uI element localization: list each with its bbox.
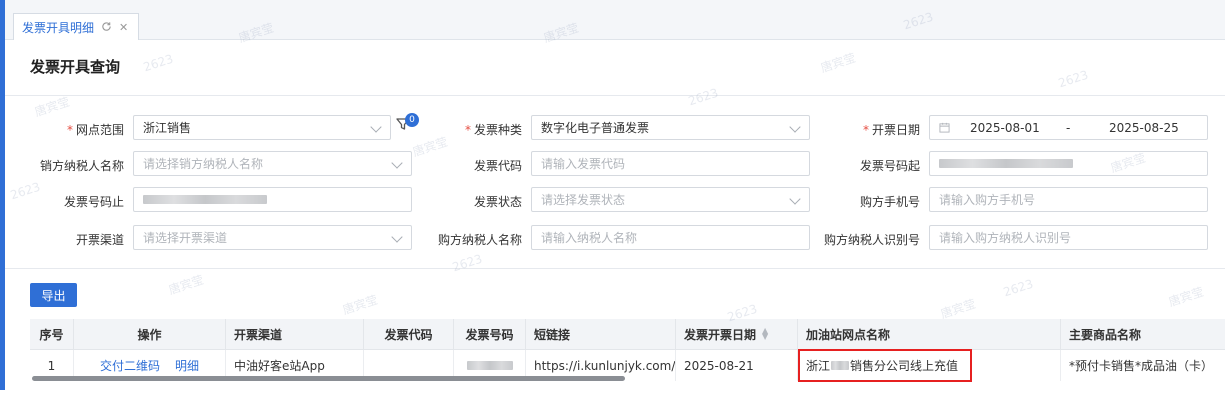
tab-bar: 发票开具明细 ✕ <box>5 0 1225 40</box>
sort-icon[interactable]: ▲ ▼ <box>762 327 768 341</box>
col-header-short-link: 短链接 <box>526 319 676 350</box>
redacted-value <box>466 361 513 370</box>
date-end[interactable]: 2025-08-25 <box>1109 121 1179 135</box>
chevron-down-icon <box>789 121 801 133</box>
page-title: 发票开具查询 <box>30 58 121 76</box>
date-separator: - <box>1066 120 1071 135</box>
watermark-code: 2623 <box>8 179 42 203</box>
watermark-name: 唐宾莹 <box>32 94 72 120</box>
calendar-icon <box>939 122 950 133</box>
invoice-code-placeholder: 请输入发票代码 <box>541 157 626 171</box>
horizontal-scrollbar[interactable] <box>32 376 625 381</box>
buyer-phone-label: 购方手机号 <box>859 195 920 209</box>
buyer-name-label: 购方纳税人名称 <box>437 233 522 247</box>
invoice-type-label: * 发票种类 <box>464 123 522 137</box>
close-icon[interactable]: ✕ <box>119 22 128 33</box>
invoice-no-end-label: 发票号码止 <box>63 195 124 209</box>
invoice-no-end-input[interactable] <box>133 187 412 212</box>
invoice-status-select[interactable]: 请选择发票状态 <box>531 187 810 212</box>
watermark-code: 2623 <box>1056 67 1090 91</box>
buyer-phone-placeholder: 请输入购方手机号 <box>939 193 1036 207</box>
left-accent-bar <box>0 0 5 390</box>
invoice-code-label: 发票代码 <box>473 159 522 173</box>
watermark-code: 2623 <box>450 251 484 275</box>
chevron-down-icon <box>370 121 382 133</box>
form-divider <box>5 268 1225 269</box>
chevron-down-icon <box>391 231 403 243</box>
col-header-goods: 主要商品名称 <box>1061 319 1225 350</box>
invoice-no-start-input[interactable] <box>929 151 1208 176</box>
refresh-icon[interactable] <box>101 21 112 34</box>
buyer-tax-id-placeholder: 请输入购方纳税人识别号 <box>939 231 1072 245</box>
highlight-box <box>798 349 972 382</box>
chevron-down-icon <box>391 157 403 169</box>
col-header-seq: 序号 <box>30 319 74 350</box>
col-header-date-label: 发票开票日期 <box>684 327 757 342</box>
col-header-action: 操作 <box>74 319 226 350</box>
channel-label: 开票渠道 <box>75 233 124 247</box>
seller-name-label: 销方纳税人名称 <box>39 159 124 173</box>
chevron-down-icon <box>789 193 801 205</box>
issue-date-label: * 开票日期 <box>862 123 920 137</box>
station-range-label: * 网点范围 <box>66 123 124 137</box>
watermark-code: 2623 <box>686 85 720 109</box>
invoice-table: 序号 操作 开票渠道 发票代码 发票号码 短链接 发票开票日期 ▲ ▼ 加油站网点… <box>30 319 1225 381</box>
station-range-select[interactable]: 浙江销售 <box>133 115 391 140</box>
channel-placeholder: 请选择开票渠道 <box>143 231 228 245</box>
watermark-name: 唐宾莹 <box>340 292 380 318</box>
watermark-name: 唐宾莹 <box>818 50 858 76</box>
channel-select[interactable]: 请选择开票渠道 <box>133 225 412 250</box>
issue-date-range-picker[interactable]: 2025-08-01 - 2025-08-25 <box>929 115 1208 140</box>
watermark-name: 唐宾莹 <box>166 272 206 298</box>
cell-date: 2025-08-21 <box>676 350 798 381</box>
invoice-code-input[interactable]: 请输入发票代码 <box>531 151 810 176</box>
tab-invoice-detail[interactable]: 发票开具明细 ✕ <box>13 13 139 40</box>
redacted-value <box>939 159 1073 168</box>
export-button[interactable]: 导出 <box>30 283 77 307</box>
col-header-channel: 开票渠道 <box>226 319 364 350</box>
invoice-status-label: 发票状态 <box>473 195 522 209</box>
station-range-value: 浙江销售 <box>143 121 192 135</box>
invoice-status-placeholder: 请选择发票状态 <box>541 193 626 207</box>
tab-title: 发票开具明细 <box>22 20 95 35</box>
buyer-tax-id-label: 购方纳税人识别号 <box>823 233 920 247</box>
date-start[interactable]: 2025-08-01 <box>970 121 1040 135</box>
col-header-number: 发票号码 <box>454 319 526 350</box>
buyer-tax-id-input[interactable]: 请输入购方纳税人识别号 <box>929 225 1208 250</box>
col-header-code: 发票代码 <box>364 319 454 350</box>
deliver-qr-link[interactable]: 交付二维码 <box>100 357 160 374</box>
invoice-type-value: 数字化电子普通发票 <box>541 121 650 135</box>
buyer-name-input[interactable]: 请输入纳税人名称 <box>531 225 810 250</box>
redacted-value <box>143 195 267 204</box>
watermark-name: 唐宾莹 <box>1166 284 1206 310</box>
buyer-phone-input[interactable]: 请输入购方手机号 <box>929 187 1208 212</box>
buyer-name-placeholder: 请输入纳税人名称 <box>541 231 638 245</box>
title-divider <box>5 95 1225 96</box>
seller-name-select[interactable]: 请选择销方纳税人名称 <box>133 151 412 176</box>
col-header-date[interactable]: 发票开票日期 ▲ ▼ <box>676 319 798 350</box>
filter-count-badge: 0 <box>405 113 419 127</box>
seller-name-placeholder: 请选择销方纳税人名称 <box>143 157 264 171</box>
watermark-code: 2623 <box>1001 276 1035 300</box>
col-header-station: 加油站网点名称 <box>798 319 1061 350</box>
invoice-no-start-label: 发票号码起 <box>859 159 920 173</box>
cell-goods: *预付卡销售*成品油（卡） <box>1069 359 1214 373</box>
detail-link[interactable]: 明细 <box>175 357 199 374</box>
watermark-code: 2623 <box>141 51 175 75</box>
invoice-type-select[interactable]: 数字化电子普通发票 <box>531 115 810 140</box>
